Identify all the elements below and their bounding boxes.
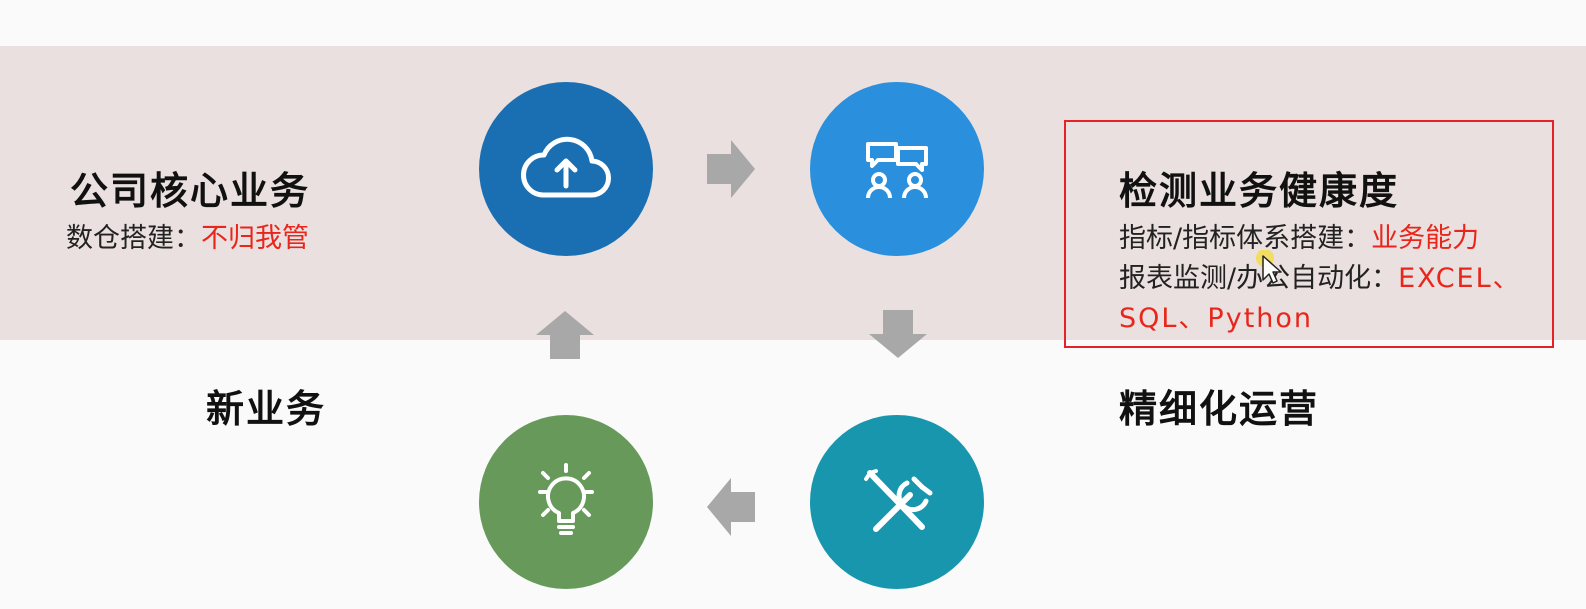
arrow-right [707, 140, 755, 198]
mouse-cursor-icon [1255, 249, 1285, 290]
core-business-line-label: 数仓搭建： [66, 223, 201, 254]
tools-circle [810, 415, 984, 589]
tools-icon [864, 469, 933, 532]
core-business-line-highlight: 不归我管 [201, 223, 309, 254]
core-business-line: 数仓搭建：不归我管 [66, 216, 309, 255]
chat-people-circle [810, 82, 984, 256]
arrow-left [707, 478, 755, 536]
cloud-upload-circle [479, 82, 653, 256]
cloud-upload-icon [521, 136, 611, 198]
core-business-title: 公司核心业务 [70, 169, 311, 213]
lightbulb-circle [479, 415, 653, 589]
chat-people-icon [866, 142, 928, 199]
highlight-box [1064, 120, 1554, 348]
arrow-up [536, 311, 594, 359]
arrow-down [869, 310, 927, 358]
lightbulb-icon [538, 463, 594, 535]
refined-operations-title: 精细化运营 [1119, 387, 1320, 431]
new-business-title: 新业务 [206, 387, 327, 431]
